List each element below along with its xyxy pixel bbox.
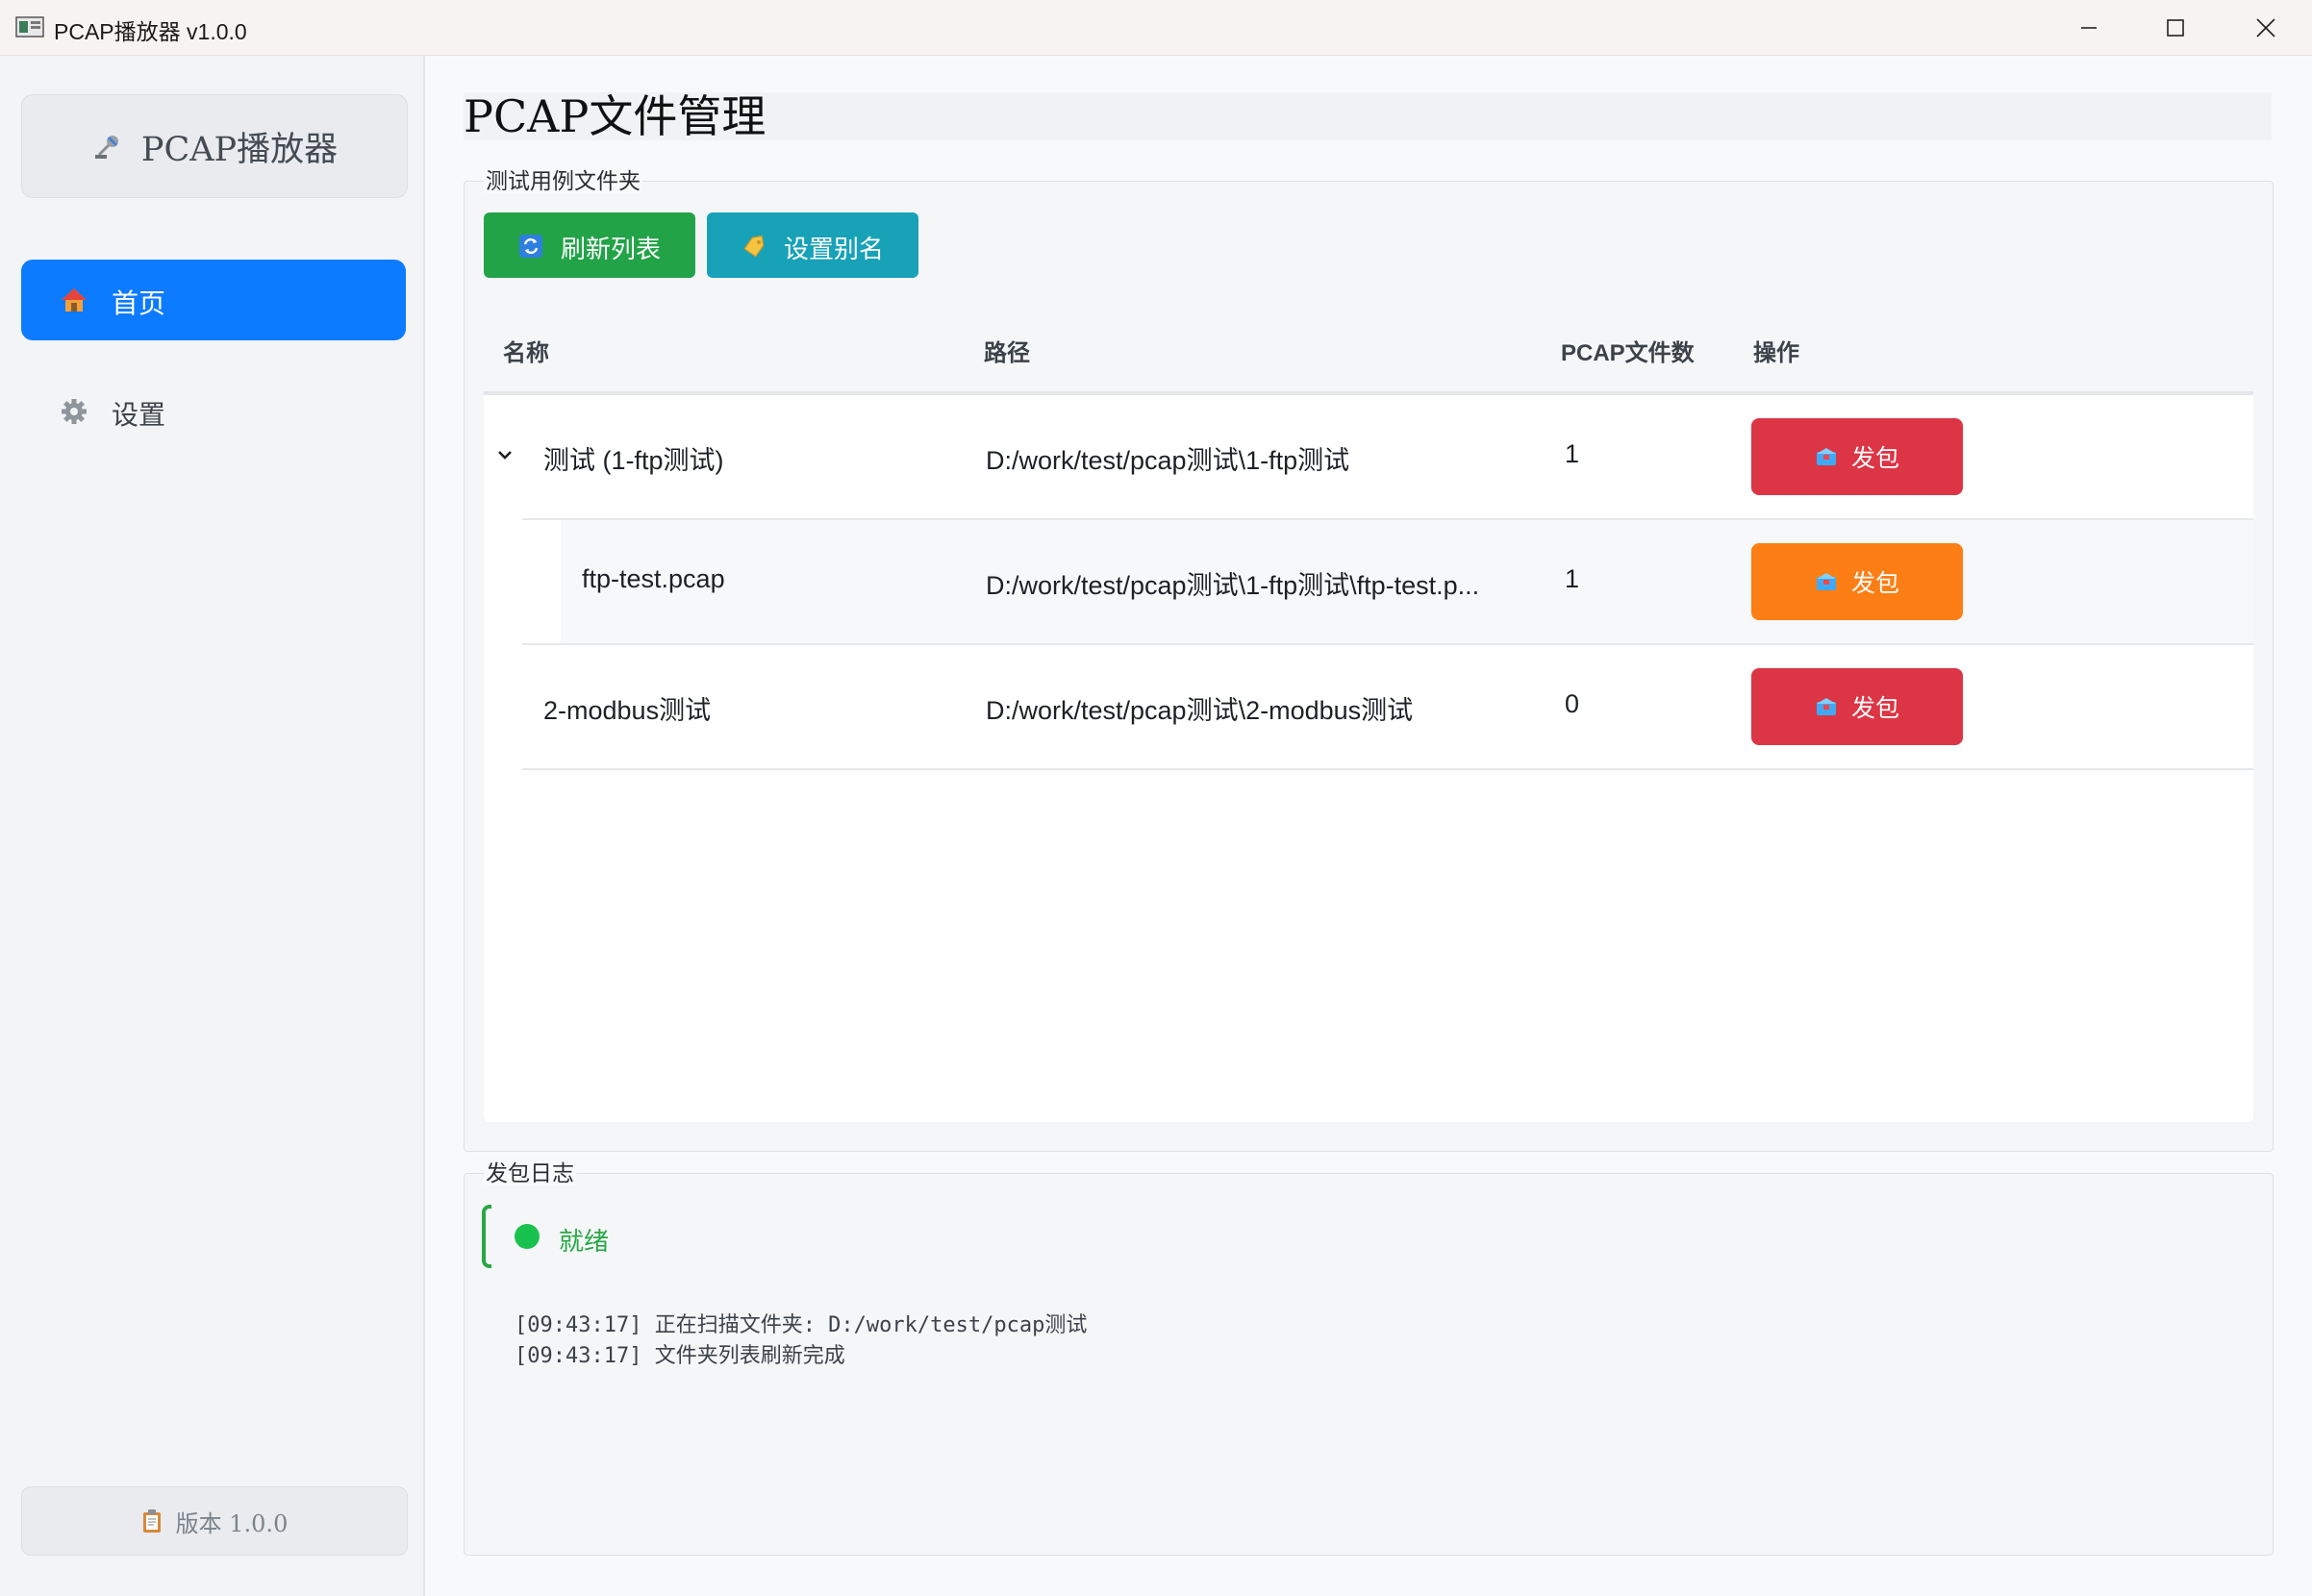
log-group-legend: 发包日志 bbox=[484, 1160, 576, 1185]
refresh-list-label: 刷新列表 bbox=[561, 235, 662, 263]
satellite-icon bbox=[94, 136, 118, 159]
gear-icon bbox=[62, 399, 87, 424]
set-alias-label: 设置别名 bbox=[784, 235, 885, 263]
column-header-action[interactable]: 操作 bbox=[1753, 334, 1799, 367]
title-bar: PCAP播放器 v1.0.0 bbox=[0, 0, 2312, 56]
tag-icon bbox=[743, 235, 765, 258]
status-accent-bar bbox=[482, 1205, 491, 1268]
column-header-path[interactable]: 路径 bbox=[984, 334, 1030, 367]
refresh-icon bbox=[519, 235, 542, 258]
minimize-button[interactable] bbox=[2045, 0, 2133, 55]
log-output[interactable]: [09:43:17] 正在扫描文件夹: D:/work/test/pcap测试 … bbox=[515, 1310, 1087, 1372]
page-title: PCAP文件管理 bbox=[464, 92, 2272, 140]
status-dot-icon bbox=[515, 1224, 540, 1249]
sidebar-item-label: 设置 bbox=[112, 400, 166, 430]
row-name: ftp-test.pcap bbox=[582, 564, 725, 593]
sidebar: PCAP播放器 首页 设置 版本 1.0.0 bbox=[0, 56, 425, 1596]
table-row[interactable]: ftp-test.pcap D:/work/test/pcap测试\1-ftp测… bbox=[484, 520, 2253, 645]
indent-guide bbox=[522, 520, 561, 645]
sidebar-item-settings[interactable]: 设置 bbox=[21, 371, 406, 452]
row-path: D:/work/test/pcap测试\1-ftp测试 bbox=[986, 446, 1350, 475]
column-header-count[interactable]: PCAP文件数 bbox=[1561, 334, 1695, 367]
send-packet-button[interactable]: 发包 bbox=[1751, 668, 1963, 745]
row-path: D:/work/test/pcap测试\2-modbus测试 bbox=[986, 696, 1414, 725]
folders-group-legend: 测试用例文件夹 bbox=[484, 168, 642, 193]
app-icon bbox=[15, 16, 44, 37]
sidebar-item-label: 首页 bbox=[112, 288, 166, 318]
send-packet-label: 发包 bbox=[1850, 445, 1899, 472]
row-count: 1 bbox=[1565, 439, 1580, 468]
sidebar-item-home[interactable]: 首页 bbox=[21, 260, 406, 340]
version-label: 版本 1.0.0 bbox=[21, 1486, 408, 1556]
clipboard-icon bbox=[142, 1509, 161, 1533]
table-row[interactable]: 测试 (1-ftp测试) D:/work/test/pcap测试\1-ftp测试… bbox=[484, 395, 2253, 520]
folders-group: 测试用例文件夹 刷新列表 设置别名 名称 路径 PCAP文件数 操作 测试 (1… bbox=[464, 168, 2274, 1152]
row-count: 1 bbox=[1565, 564, 1580, 593]
package-icon bbox=[1816, 448, 1836, 465]
log-line: [09:43:17] 文件夹列表刷新完成 bbox=[515, 1344, 845, 1368]
row-name: 2-modbus测试 bbox=[543, 696, 712, 725]
folders-table: 名称 路径 PCAP文件数 操作 测试 (1-ftp测试) D:/work/te… bbox=[484, 301, 2253, 1122]
version-text: 版本 1.0.0 bbox=[175, 1509, 289, 1537]
table-header: 名称 路径 PCAP文件数 操作 bbox=[484, 301, 2253, 395]
log-group: 发包日志 就绪 [09:43:17] 正在扫描文件夹: D:/work/test… bbox=[464, 1160, 2274, 1556]
chevron-down-icon[interactable] bbox=[493, 443, 516, 466]
close-icon bbox=[2256, 17, 2275, 37]
row-divider bbox=[522, 768, 2253, 770]
status-text: 就绪 bbox=[559, 1227, 610, 1256]
status-indicator: 就绪 bbox=[482, 1205, 1059, 1268]
brand-label: PCAP播放器 bbox=[140, 130, 339, 169]
refresh-list-button[interactable]: 刷新列表 bbox=[484, 212, 695, 278]
send-packet-button[interactable]: 发包 bbox=[1751, 543, 1963, 620]
row-path: D:/work/test/pcap测试\1-ftp测试\ftp-test.p..… bbox=[986, 571, 1480, 600]
package-icon bbox=[1816, 573, 1836, 590]
maximize-button[interactable] bbox=[2131, 0, 2220, 55]
table-row[interactable]: 2-modbus测试 D:/work/test/pcap测试\2-modbus测… bbox=[484, 645, 2253, 770]
minimize-icon bbox=[2081, 26, 2097, 29]
send-packet-label: 发包 bbox=[1850, 570, 1899, 597]
package-icon bbox=[1816, 698, 1836, 715]
row-name: 测试 (1-ftp测试) bbox=[543, 446, 724, 475]
row-count: 0 bbox=[1565, 689, 1580, 718]
column-header-name[interactable]: 名称 bbox=[503, 334, 549, 367]
brand-header: PCAP播放器 bbox=[21, 94, 408, 198]
window-title: PCAP播放器 v1.0.0 bbox=[54, 19, 247, 44]
send-packet-button[interactable]: 发包 bbox=[1751, 418, 1963, 495]
close-button[interactable] bbox=[2222, 0, 2310, 55]
send-packet-label: 发包 bbox=[1850, 695, 1899, 722]
maximize-icon bbox=[2167, 18, 2184, 37]
set-alias-button[interactable]: 设置别名 bbox=[707, 212, 918, 278]
log-line: [09:43:17] 正在扫描文件夹: D:/work/test/pcap测试 bbox=[515, 1313, 1088, 1337]
house-icon bbox=[62, 288, 87, 312]
